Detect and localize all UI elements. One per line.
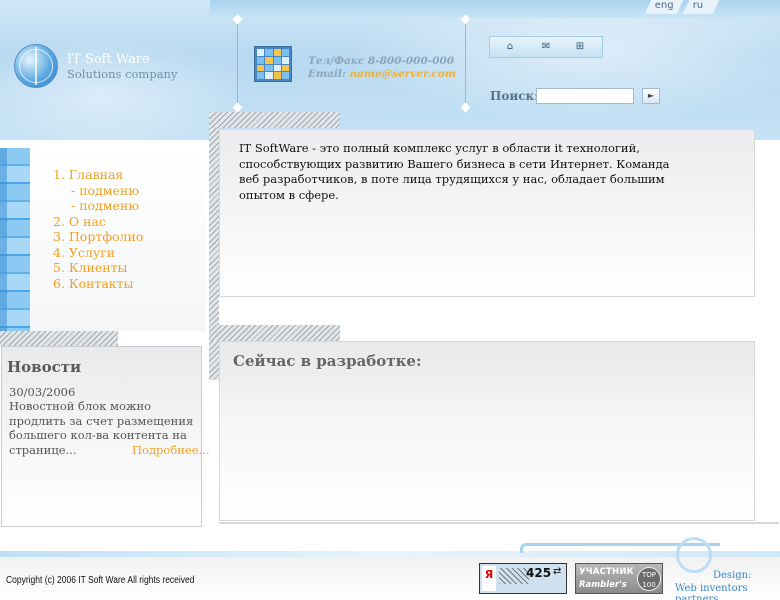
phone-text: Тел/Факс 8-800-000-000 <box>308 55 455 67</box>
logo-subtitle: Solutions company <box>67 67 178 81</box>
counter-pattern <box>499 568 529 584</box>
menu-subitem[interactable]: - подменю <box>53 198 143 214</box>
search-button[interactable]: ► <box>642 88 660 104</box>
menu-subitem[interactable]: - подменю <box>53 183 143 199</box>
email-link[interactable]: name@server.com <box>349 68 455 80</box>
rambler-top100-badge[interactable]: УЧАСТНИК Rambler's TOP 100 <box>575 563 663 594</box>
refresh-arrows-icon: ⇄ <box>553 566 562 577</box>
yandex-letter: Я <box>482 566 496 591</box>
globe-logo-icon[interactable] <box>14 44 58 88</box>
home-icon[interactable]: ⌂ <box>502 40 518 54</box>
logo-title[interactable]: IT Soft Ware <box>67 52 150 67</box>
hatch-divider <box>210 325 340 341</box>
intro-text: IT SoftWare - это полный комплекс услуг … <box>239 141 670 202</box>
copyright-text: Copyright (c) 2006 IT Soft Ware All righ… <box>6 575 195 586</box>
quick-icon-bar: ⌂ ✉ ⊞ <box>489 36 603 58</box>
menu-item-portfolio[interactable]: 3. Портфолио <box>53 229 143 245</box>
news-date: 30/03/2006 <box>9 385 76 399</box>
header-divider <box>465 20 466 108</box>
menu-item-services[interactable]: 4. Услуги <box>53 245 143 261</box>
email-label: Email: <box>308 68 346 80</box>
menu-item-home[interactable]: 1. Главная <box>53 167 143 183</box>
news-title: Новости <box>7 358 82 376</box>
hatch-divider <box>210 112 340 128</box>
sitemap-icon[interactable]: ⊞ <box>572 40 588 54</box>
menu-item-clients[interactable]: 5. Клиенты <box>53 260 143 276</box>
sidebar-menu: 1. Главная - подменю - подменю 2. О нас … <box>53 167 143 291</box>
yandex-count: 425 <box>526 566 552 580</box>
header-divider <box>237 20 238 108</box>
search-input[interactable] <box>536 88 634 104</box>
menu-item-about[interactable]: 2. О нас <box>53 214 143 230</box>
design-credit-link[interactable]: Web inventors partners <box>675 583 780 600</box>
design-label: Design: <box>713 570 752 581</box>
footer-ring-icon <box>676 537 712 573</box>
lang-eng-link[interactable]: eng <box>644 0 684 14</box>
menu-item-contacts[interactable]: 6. Контакты <box>53 276 143 292</box>
hatch-divider <box>0 331 118 347</box>
rambler-line1: УЧАСТНИК <box>579 567 634 577</box>
search-label: Поиск: <box>490 89 539 103</box>
main-divider <box>219 522 779 524</box>
email-line: Email: name@server.com <box>308 68 456 80</box>
development-title: Сейчас в разработке: <box>233 352 422 370</box>
yandex-counter-badge[interactable]: Я 425 ⇄ <box>479 563 567 594</box>
rambler-top-icon: TOP 100 <box>637 567 661 591</box>
news-more-link[interactable]: Подробнее... <box>132 443 210 457</box>
sidebar-decor-strip <box>0 148 30 331</box>
building-icon <box>254 46 292 82</box>
mail-icon[interactable]: ✉ <box>538 40 554 54</box>
rambler-line2: Rambler's <box>579 580 627 590</box>
